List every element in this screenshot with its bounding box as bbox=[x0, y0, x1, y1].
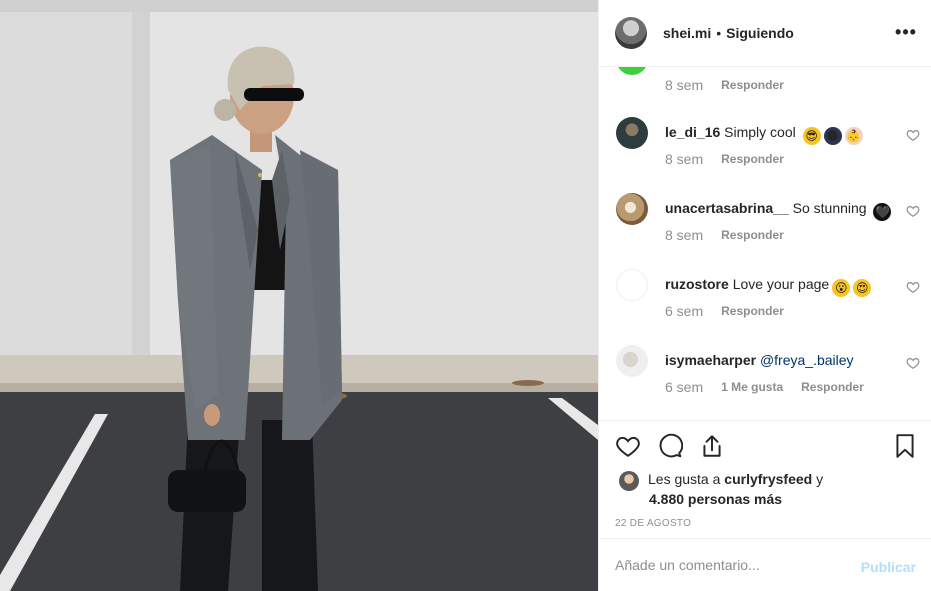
reply-button[interactable]: Responder bbox=[721, 152, 784, 166]
comment-meta: 8 sem Responder bbox=[665, 77, 784, 93]
header-separator: • bbox=[716, 25, 722, 41]
comment-body: Simply cool bbox=[724, 124, 796, 140]
following-button[interactable]: Siguiendo bbox=[726, 25, 794, 41]
commenter-username[interactable]: le_di_16 bbox=[665, 124, 720, 140]
commenter-username[interactable]: unacertasabrina__ bbox=[665, 200, 789, 216]
comment-meta: 8 sem Responder bbox=[665, 227, 784, 243]
comment-item: unacertasabrina__ So stunning 🖤 8 sem Re… bbox=[599, 193, 931, 263]
reply-button[interactable]: Responder bbox=[721, 304, 784, 318]
post-header: shei.mi • Siguiendo ••• bbox=[599, 0, 931, 67]
comment-like-heart-icon[interactable] bbox=[906, 356, 920, 370]
comment-item: ruzostore Love your page 😮 😍 6 sem Respond… bbox=[599, 269, 931, 339]
comment-mention-link[interactable]: @freya_.bailey bbox=[760, 352, 854, 368]
commenter-avatar[interactable] bbox=[616, 345, 648, 377]
commenter-username[interactable]: ruzostore bbox=[665, 276, 729, 292]
heart-icon[interactable] bbox=[615, 433, 641, 459]
bookmark-icon[interactable] bbox=[892, 433, 918, 459]
add-comment-bar: Publicar bbox=[599, 538, 931, 591]
comment-body: Love your page bbox=[732, 276, 830, 292]
liker-avatar[interactable] bbox=[619, 471, 639, 491]
comment-text: ruzostore Love your page 😮 😍 bbox=[665, 276, 872, 297]
likes-line-1: Les gusta a curlyfrysfeed y bbox=[648, 471, 823, 487]
comment-like-heart-icon[interactable] bbox=[906, 280, 920, 294]
comment-meta: 6 sem Responder bbox=[665, 303, 784, 319]
comment-time[interactable]: 8 sem bbox=[665, 151, 703, 167]
comment-text: isymaeharper @freya_.bailey bbox=[665, 352, 854, 368]
post-photo[interactable] bbox=[0, 0, 598, 591]
reply-button[interactable]: Responder bbox=[721, 228, 784, 242]
post-comment-button[interactable]: Publicar bbox=[861, 559, 916, 575]
liker-username[interactable]: curlyfrysfeed bbox=[724, 471, 812, 487]
heart-eyes-emoji-icon: 😍 bbox=[853, 279, 872, 297]
comment-like-heart-icon[interactable] bbox=[906, 128, 920, 142]
comment-item: le_di_16 Simply cool 😎 🌑 👶 8 sem Responder bbox=[599, 117, 931, 187]
commenter-avatar-partial[interactable] bbox=[616, 67, 648, 75]
baby-emoji-icon: 👶 bbox=[844, 127, 863, 145]
comment-time[interactable]: 8 sem bbox=[665, 227, 703, 243]
commenter-avatar[interactable] bbox=[616, 193, 648, 225]
post-image bbox=[0, 0, 598, 591]
likes-others-link[interactable]: 4.880 personas más bbox=[649, 491, 782, 507]
comment-text: unacertasabrina__ So stunning 🖤 bbox=[665, 200, 892, 221]
comment-time[interactable]: 6 sem bbox=[665, 379, 703, 395]
post-details-panel: shei.mi • Siguiendo ••• 8 sem Responder … bbox=[598, 0, 931, 591]
sunglasses-emoji-icon: 😎 bbox=[802, 127, 821, 145]
commenter-avatar[interactable] bbox=[616, 269, 648, 301]
comment-meta: 6 sem 1 Me gusta Responder bbox=[665, 379, 864, 395]
black-heart-emoji-icon: 🖤 bbox=[873, 203, 892, 221]
post-actions: Les gusta a curlyfrysfeed y 4.880 person… bbox=[599, 420, 931, 538]
reply-button[interactable]: Responder bbox=[801, 380, 864, 394]
author-username[interactable]: shei.mi bbox=[663, 25, 711, 41]
comment-meta: 8 sem Responder bbox=[665, 151, 784, 167]
comment-time[interactable]: 8 sem bbox=[665, 77, 703, 93]
new-moon-emoji-icon: 🌑 bbox=[823, 127, 842, 145]
commenter-avatar[interactable] bbox=[616, 117, 648, 149]
post-date[interactable]: 22 DE AGOSTO bbox=[615, 518, 691, 529]
comment-item: isymaeharper @freya_.bailey 6 sem 1 Me g… bbox=[599, 345, 931, 415]
comment-input[interactable] bbox=[615, 553, 835, 577]
comment-time[interactable]: 6 sem bbox=[665, 303, 703, 319]
comment-icon[interactable] bbox=[657, 433, 683, 459]
commenter-username[interactable]: isymaeharper bbox=[665, 352, 756, 368]
comment-like-heart-icon[interactable] bbox=[906, 204, 920, 218]
comment-likes-count[interactable]: 1 Me gusta bbox=[721, 380, 783, 394]
more-options-icon[interactable]: ••• bbox=[895, 22, 916, 42]
action-icons bbox=[615, 433, 725, 459]
comment-text: le_di_16 Simply cool 😎 🌑 👶 bbox=[665, 124, 863, 145]
comments-list[interactable]: 8 sem Responder le_di_16 Simply cool 😎 🌑 👶… bbox=[599, 67, 931, 420]
likes-conjunction: y bbox=[816, 471, 824, 487]
reply-button[interactable]: Responder bbox=[721, 78, 784, 92]
comment-body: So stunning bbox=[792, 200, 867, 216]
hushed-emoji-icon: 😮 bbox=[832, 279, 851, 297]
likes-prefix: Les gusta a bbox=[648, 471, 721, 487]
author-avatar[interactable] bbox=[615, 17, 647, 49]
share-icon[interactable] bbox=[699, 433, 725, 459]
